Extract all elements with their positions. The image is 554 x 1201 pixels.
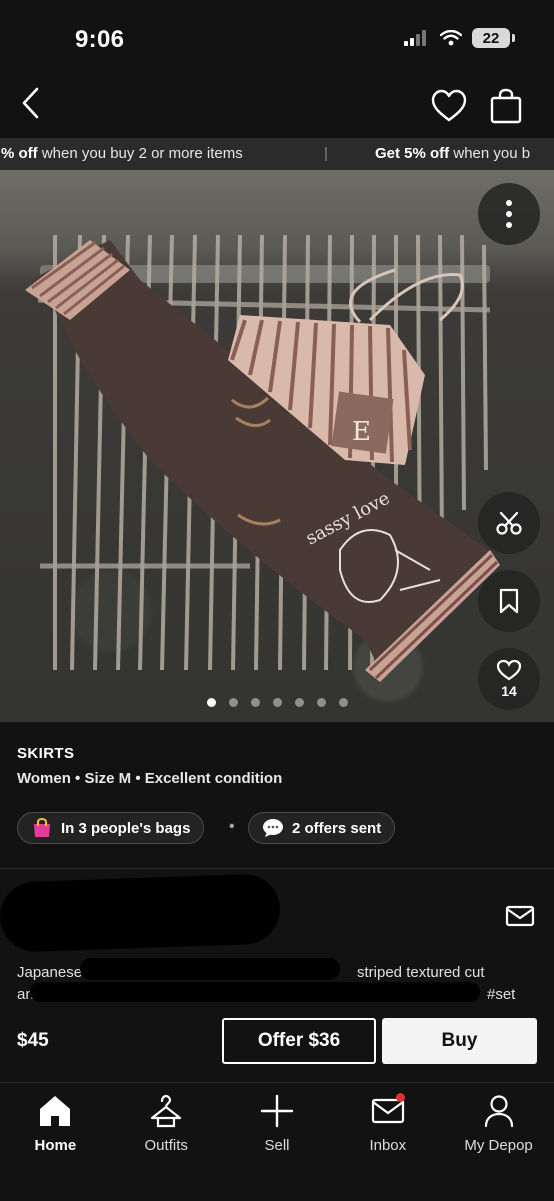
photo-illustration: E sassy love — [25, 234, 500, 682]
nav-label: Outfits — [144, 1137, 188, 1154]
description-line2-end: #set — [487, 986, 516, 1003]
promo-banner[interactable]: % off when you buy 2 or more items | Get… — [0, 138, 554, 170]
status-icons: 22 — [404, 28, 515, 48]
save-button[interactable] — [478, 570, 540, 632]
speech-bubble-icon — [263, 819, 283, 837]
nav-my-depop[interactable]: My Depop — [443, 1083, 554, 1201]
redacted-seller-name — [0, 873, 282, 953]
more-vertical-icon — [506, 200, 512, 228]
split-button[interactable] — [478, 492, 540, 554]
carousel-dot[interactable] — [272, 698, 282, 707]
item-price: $45 — [17, 1030, 49, 1051]
promo-bold-1: % off — [1, 145, 38, 162]
carousel-dot[interactable] — [250, 698, 260, 707]
carousel-dot[interactable] — [228, 698, 238, 707]
back-icon[interactable] — [18, 86, 44, 120]
mail-icon — [368, 1091, 408, 1131]
scissors-icon — [496, 511, 522, 535]
like-count: 14 — [501, 683, 517, 699]
carousel-dot[interactable] — [206, 698, 216, 707]
nav-outfits[interactable]: Outfits — [111, 1083, 222, 1201]
item-category[interactable]: SKIRTS — [17, 745, 74, 762]
battery-level: 22 — [482, 29, 500, 47]
home-icon — [35, 1091, 75, 1131]
heart-icon[interactable] — [431, 89, 467, 123]
carousel-dot[interactable] — [316, 698, 326, 707]
make-offer-button[interactable]: Offer $36 — [222, 1018, 376, 1064]
promo-separator: | — [324, 145, 328, 162]
nav-home[interactable]: Home — [0, 1083, 111, 1201]
unread-badge — [395, 1093, 405, 1102]
person-icon — [479, 1091, 519, 1131]
redacted-description — [80, 958, 340, 980]
bag-icon[interactable] — [489, 88, 523, 124]
promo-rest-2: when you b — [449, 145, 531, 162]
section-divider — [0, 868, 554, 869]
bags-pill: In 3 people's bags — [17, 812, 205, 844]
nav-label: Home — [34, 1137, 77, 1154]
promo-rest-1: when you buy 2 or more items — [37, 145, 243, 162]
redacted-description — [30, 982, 480, 1002]
product-photo[interactable]: E sassy love — [0, 170, 554, 722]
description-end: striped textured cut — [357, 964, 485, 981]
message-seller-icon[interactable] — [505, 905, 535, 927]
item-attributes: Women • Size M • Excellent condition — [17, 770, 283, 787]
nav-label: My Depop — [464, 1137, 533, 1154]
hanger-icon — [146, 1091, 186, 1131]
battery-icon: 22 — [472, 28, 515, 48]
svg-text:E: E — [352, 417, 371, 447]
plus-icon — [257, 1091, 297, 1131]
more-options-button[interactable] — [478, 183, 540, 245]
nav-sell[interactable]: Sell — [222, 1083, 333, 1201]
buy-button[interactable]: Buy — [382, 1018, 537, 1064]
carousel-dot[interactable] — [338, 698, 348, 707]
wifi-icon — [440, 30, 462, 46]
signal-icon — [404, 30, 426, 46]
offers-text: 2 offers sent — [292, 819, 382, 837]
heart-outline-icon — [496, 659, 522, 681]
bags-text: In 3 people's bags — [61, 819, 191, 837]
nav-inbox[interactable]: Inbox — [332, 1083, 443, 1201]
nav-label: Sell — [264, 1137, 290, 1154]
pill-separator: • — [229, 818, 235, 835]
nav-label: Inbox — [369, 1137, 407, 1154]
promo-bold-2: Get 5% off — [375, 145, 450, 162]
shopping-bag-icon — [34, 817, 50, 837]
bottom-nav: Home Outfits Sell Inbox My Depop — [0, 1082, 554, 1201]
offers-pill: 2 offers sent — [248, 812, 396, 844]
promo-text-2: Get 5% off when you b — [375, 138, 530, 170]
carousel-dot[interactable] — [294, 698, 304, 707]
carousel-dots[interactable] — [0, 698, 554, 707]
bookmark-icon — [499, 588, 519, 614]
promo-text-1: % off when you buy 2 or more items — [1, 138, 243, 170]
status-time: 9:06 — [75, 26, 125, 53]
